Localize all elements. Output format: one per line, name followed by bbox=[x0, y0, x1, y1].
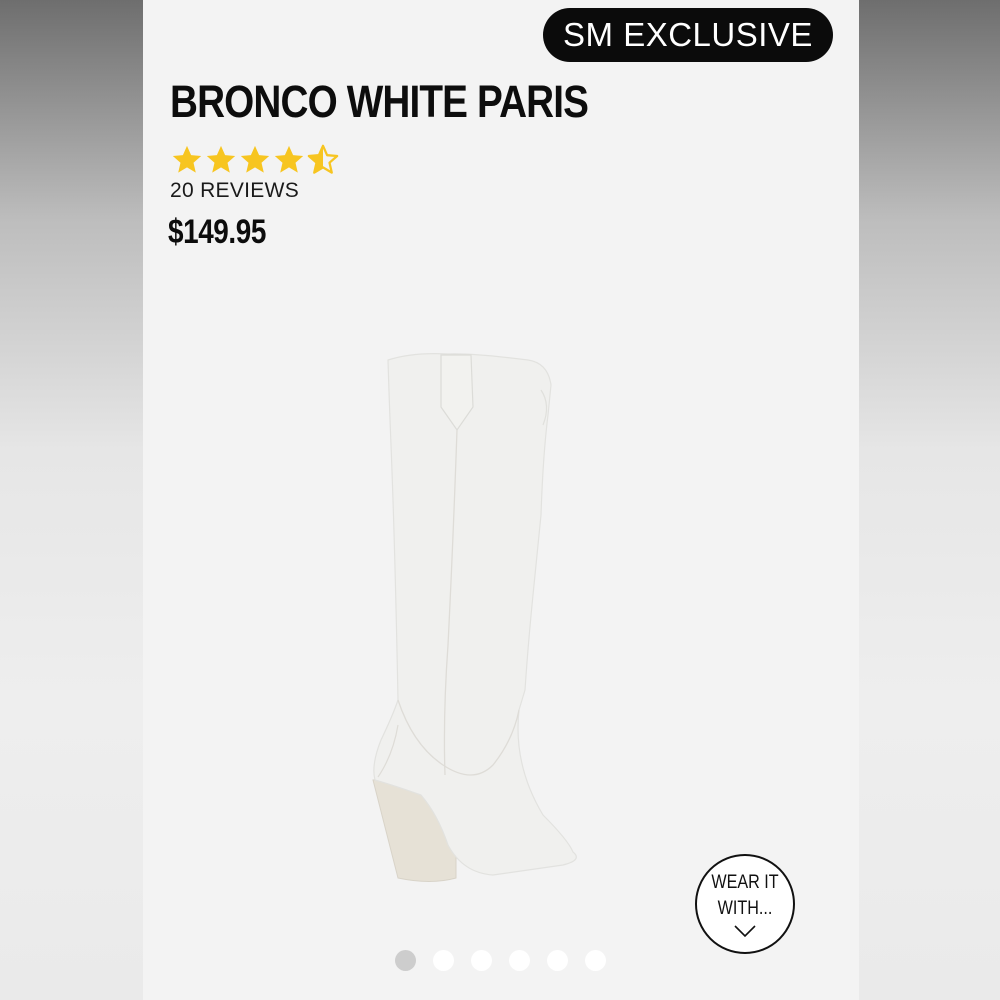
carousel-dot[interactable] bbox=[471, 950, 492, 971]
carousel-dot[interactable] bbox=[585, 950, 606, 971]
wear-it-with-line2: WITH... bbox=[717, 898, 773, 919]
rating-stars[interactable] bbox=[170, 143, 340, 177]
product-card: SM EXCLUSIVE BRONCO WHITE PARIS 20 REVIE… bbox=[143, 0, 859, 1000]
carousel-dot[interactable] bbox=[433, 950, 454, 971]
background-right bbox=[859, 0, 1000, 1000]
star-full-icon bbox=[240, 145, 270, 173]
chevron-down-icon bbox=[734, 925, 756, 938]
wear-it-with-button[interactable]: WEAR IT WITH... bbox=[695, 854, 795, 954]
carousel-dot[interactable] bbox=[547, 950, 568, 971]
white-cowboy-boot-image bbox=[372, 353, 577, 882]
exclusive-badge: SM EXCLUSIVE bbox=[543, 8, 833, 62]
reviews-link[interactable]: 20 REVIEWS bbox=[170, 179, 299, 203]
background-left bbox=[0, 0, 143, 1000]
carousel-dots bbox=[395, 950, 606, 971]
star-half-icon bbox=[307, 144, 339, 174]
product-image[interactable] bbox=[353, 345, 653, 890]
star-full-icon bbox=[172, 145, 202, 173]
carousel-dot[interactable] bbox=[509, 950, 530, 971]
wear-it-with-line1: WEAR IT bbox=[711, 872, 779, 893]
product-price: $149.95 bbox=[168, 213, 266, 251]
product-title: BRONCO WHITE PARIS bbox=[170, 76, 589, 127]
star-full-icon bbox=[274, 145, 304, 173]
carousel-dot[interactable] bbox=[395, 950, 416, 971]
star-full-icon bbox=[206, 145, 236, 173]
